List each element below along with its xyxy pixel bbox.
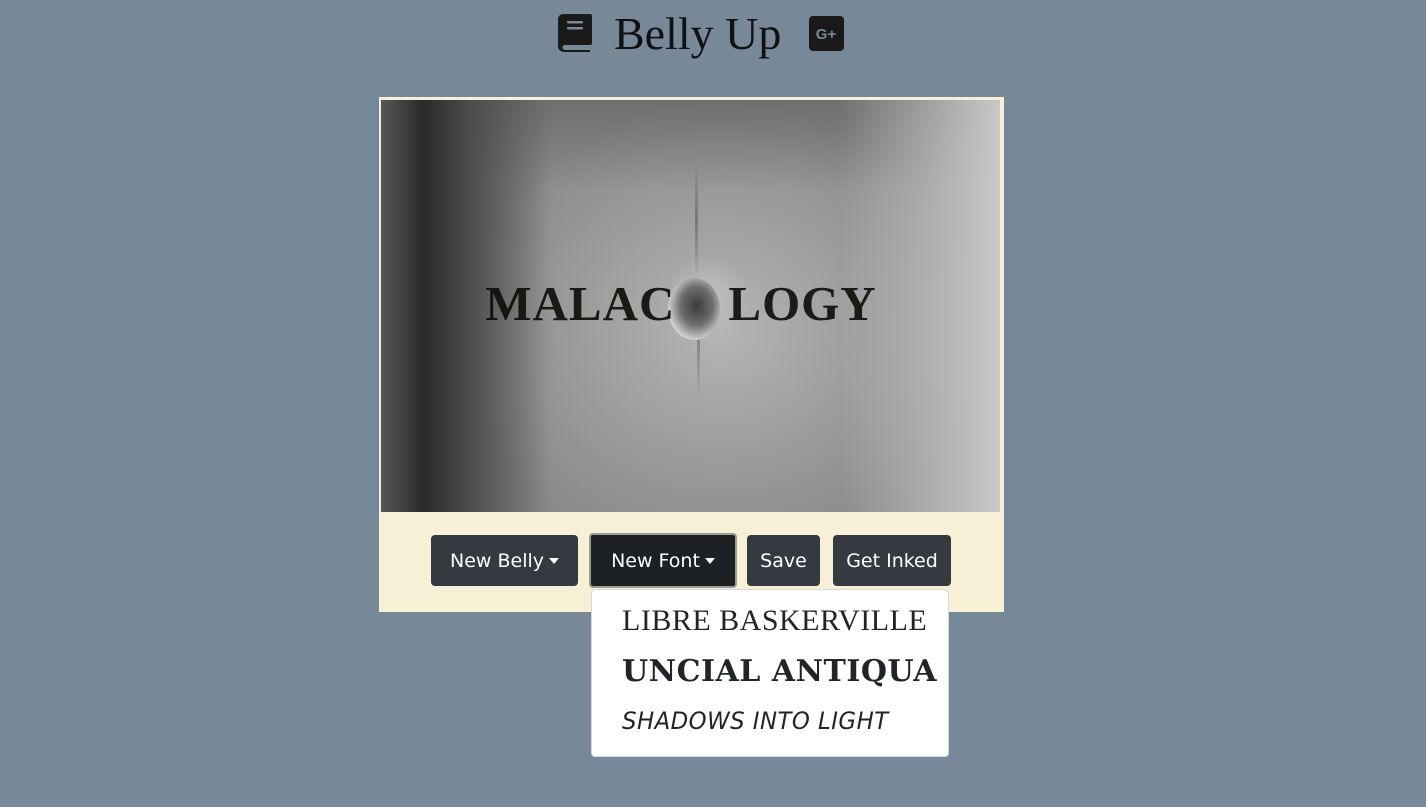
book-icon[interactable] [557,13,593,53]
tattoo-text-overlay[interactable]: MALAC LOGY [471,275,891,332]
image-crease-upper [695,160,698,280]
font-dropdown-menu: LIBRE BASKERVILLE UNCIAL ANTIQUA SHADOWS… [591,589,949,757]
font-option-uncial-antiqua[interactable]: UNCIAL ANTIQUA [622,654,937,689]
new-font-dropdown-button[interactable]: New Font [589,533,737,588]
new-belly-dropdown-button[interactable]: New Belly [431,535,578,586]
new-belly-label: New Belly [449,550,544,572]
font-option-shadows-into-light[interactable]: SHADOWS INTO LIGHT [622,707,889,735]
new-font-label: New Font [611,550,700,572]
belly-preview-image: MALAC LOGY [381,100,1000,512]
image-crease-lower [697,340,700,400]
get-inked-button[interactable]: Get Inked [833,535,951,586]
font-option-libre-baskerville[interactable]: LIBRE BASKERVILLE [622,604,927,638]
caret-down-icon [704,558,715,564]
google-plus-icon[interactable]: G+ [809,16,844,51]
save-button[interactable]: Save [747,535,820,586]
svg-text:G+: G+ [816,26,837,43]
site-title: Belly Up [614,8,782,59]
caret-down-icon [549,558,559,564]
site-header: Belly Up G+ [0,0,1426,70]
